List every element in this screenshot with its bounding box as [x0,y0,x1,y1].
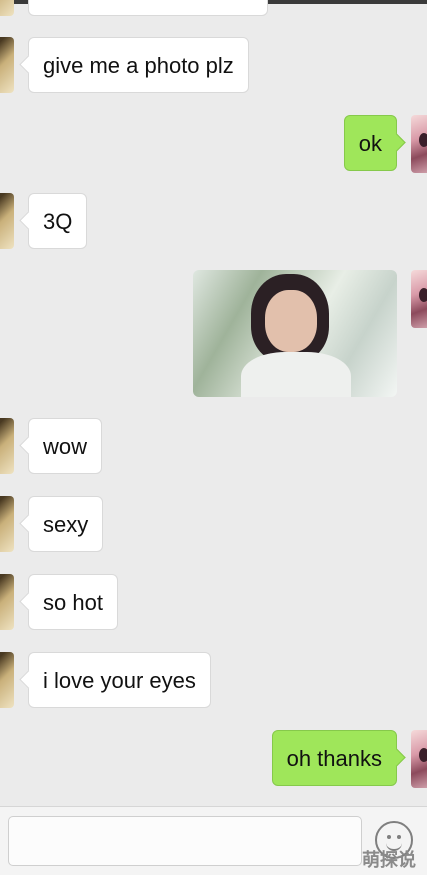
contact-avatar[interactable] [0,574,14,630]
watermark-text: 萌探说 [362,850,416,871]
message-text: give me a photo plz [43,53,234,78]
message-text: oh thanks [286,746,382,771]
received-message-bubble[interactable]: so hot [28,574,118,630]
received-message-bubble[interactable] [28,0,268,16]
received-message-bubble[interactable]: i love your eyes [28,652,211,708]
contact-avatar[interactable] [0,652,14,708]
message-text: so hot [43,590,103,615]
chat-message-list[interactable]: give me a photo plz ok 3Q wow sexy so ho… [0,0,427,806]
message-text: sexy [43,512,89,537]
user-avatar[interactable] [411,730,427,788]
sent-message-bubble[interactable]: oh thanks [271,730,397,786]
sent-photo-message[interactable] [193,270,397,397]
message-text: i love your eyes [43,668,196,693]
received-message-bubble[interactable]: give me a photo plz [28,37,249,93]
contact-avatar[interactable] [0,418,14,474]
received-message-bubble[interactable]: wow [28,418,103,474]
message-text: wow [43,434,88,459]
user-avatar[interactable] [411,115,427,173]
user-avatar[interactable] [411,270,427,328]
emoji-eye [397,835,401,839]
received-message-bubble[interactable]: 3Q [28,193,88,249]
contact-avatar[interactable] [0,0,14,16]
received-message-bubble[interactable]: sexy [28,496,104,552]
message-input[interactable] [8,816,362,866]
message-text: ok [358,131,382,156]
photo-content [265,290,317,352]
contact-avatar[interactable] [0,37,14,93]
contact-avatar[interactable] [0,496,14,552]
emoji-eye [387,835,391,839]
photo-content [241,352,351,397]
sent-message-bubble[interactable]: ok [343,115,397,171]
message-text: 3Q [43,209,73,234]
contact-avatar[interactable] [0,193,14,249]
